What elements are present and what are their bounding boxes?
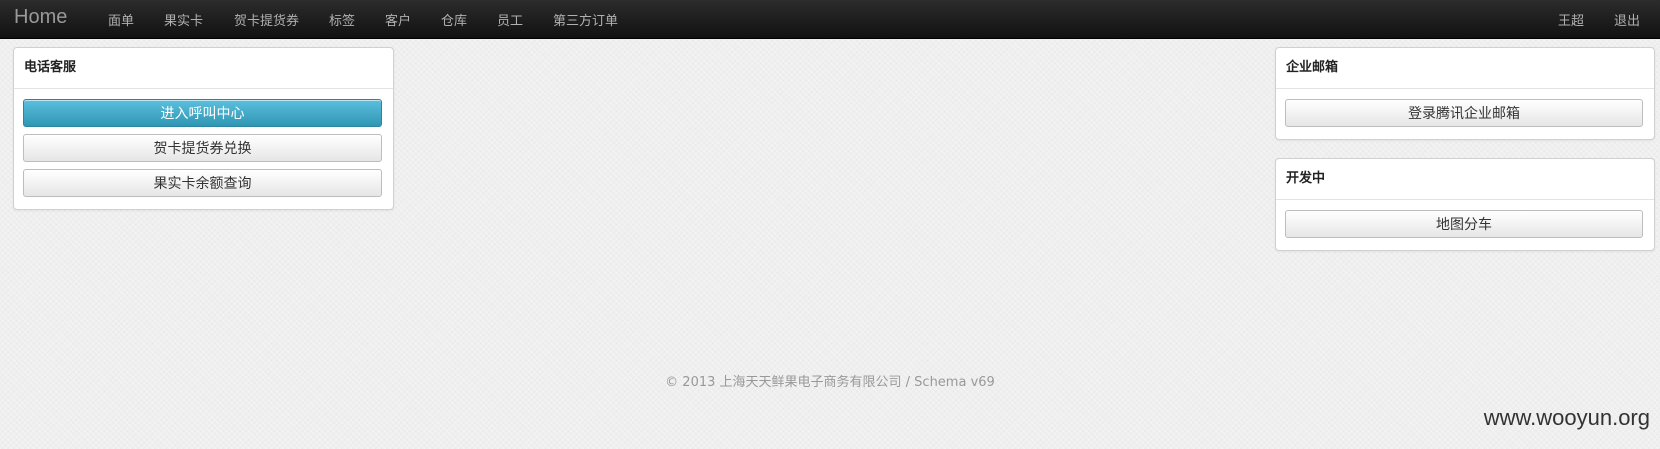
- panel-title: 电话客服: [14, 48, 393, 89]
- panel-title: 企业邮箱: [1276, 48, 1654, 89]
- greeting-card-voucher-redeem-button[interactable]: 贺卡提货券兑换: [23, 134, 382, 162]
- panel-title: 开发中: [1276, 159, 1654, 200]
- map-vehicle-dispatch-button[interactable]: 地图分车: [1285, 210, 1643, 238]
- nav-item-customers[interactable]: 客户: [385, 10, 411, 29]
- nav-item-warehouse[interactable]: 仓库: [441, 10, 467, 29]
- nav-item-labels[interactable]: 标签: [329, 10, 355, 29]
- watermark-text: www.wooyun.org: [1483, 405, 1650, 430]
- in-development-panel: 开发中 地图分车: [1275, 158, 1655, 251]
- nav-item-fruit-card[interactable]: 果实卡: [164, 10, 203, 29]
- nav-item-greeting-card-voucher[interactable]: 贺卡提货券: [234, 10, 299, 29]
- enterprise-mail-panel: 企业邮箱 登录腾讯企业邮箱: [1275, 47, 1655, 140]
- logout-link[interactable]: 退出: [1614, 10, 1640, 29]
- fruit-card-balance-button[interactable]: 果实卡余额查询: [23, 169, 382, 197]
- tencent-mail-login-button[interactable]: 登录腾讯企业邮箱: [1285, 99, 1643, 127]
- top-navbar: Home 面单 果实卡 贺卡提货券 标签 客户 仓库 员工 第三方订单 王超 退…: [0, 0, 1660, 39]
- phone-service-panel: 电话客服 进入呼叫中心 贺卡提货券兑换 果实卡余额查询: [13, 47, 394, 210]
- footer-copyright: © 2013 上海天天鲜果电子商务有限公司 / Schema v69: [665, 375, 995, 390]
- brand-home-link[interactable]: Home: [14, 6, 67, 29]
- nav-item-waybill[interactable]: 面单: [108, 10, 134, 29]
- nav-item-staff[interactable]: 员工: [497, 10, 523, 29]
- user-name-link[interactable]: 王超: [1558, 10, 1584, 29]
- nav-item-third-party-orders[interactable]: 第三方订单: [553, 10, 618, 29]
- enter-call-center-button[interactable]: 进入呼叫中心: [23, 99, 382, 127]
